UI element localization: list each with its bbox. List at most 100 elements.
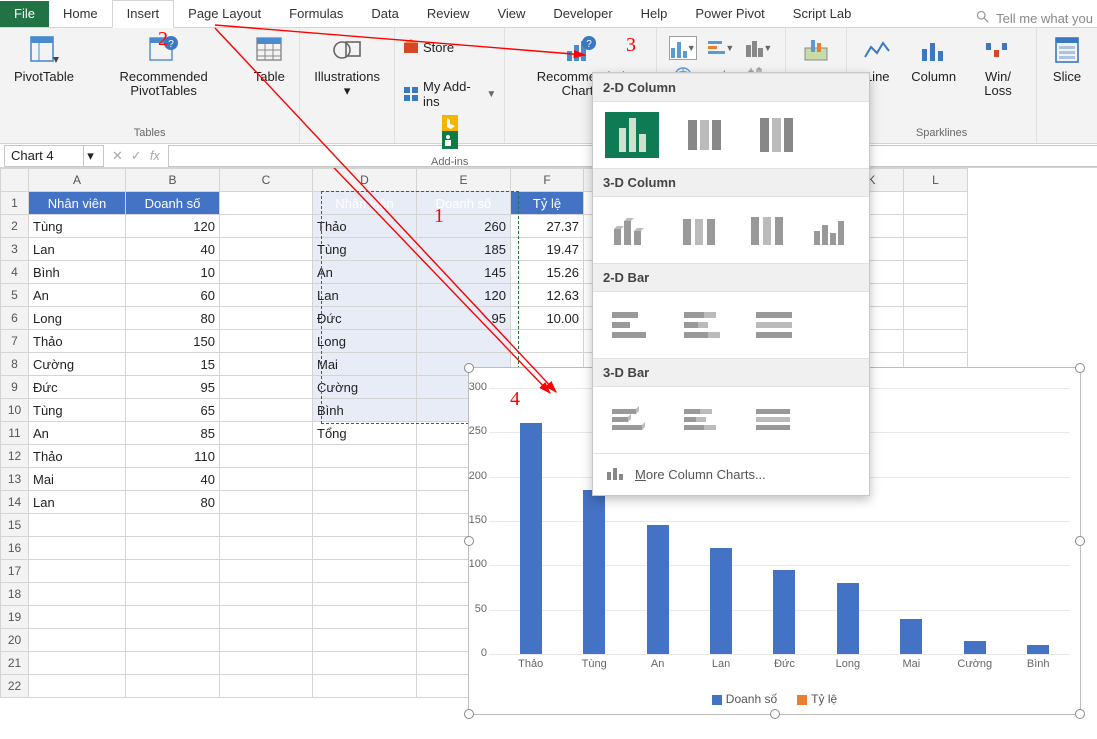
- tab-developer[interactable]: Developer: [539, 1, 626, 27]
- cell[interactable]: Tổng: [313, 422, 417, 445]
- 3d-column-option[interactable]: [808, 207, 858, 253]
- row-11[interactable]: 11: [1, 422, 29, 445]
- chevron-down-icon[interactable]: ▾: [83, 146, 97, 166]
- cell[interactable]: An: [29, 284, 126, 307]
- cell[interactable]: Lan: [313, 284, 417, 307]
- 3d-stacked-bar-option[interactable]: [677, 397, 731, 443]
- row-20[interactable]: 20: [1, 629, 29, 652]
- tab-data[interactable]: Data: [357, 1, 412, 27]
- row-16[interactable]: 16: [1, 537, 29, 560]
- row-3[interactable]: 3: [1, 238, 29, 261]
- cell[interactable]: [220, 629, 313, 652]
- 100pct-stacked-bar-option[interactable]: [749, 302, 803, 348]
- stacked-column-option[interactable]: [677, 112, 731, 158]
- fx-icon[interactable]: fx: [150, 148, 160, 163]
- row-15[interactable]: 15: [1, 514, 29, 537]
- cell[interactable]: Mai: [29, 468, 126, 491]
- resize-handle[interactable]: [770, 709, 780, 719]
- cell[interactable]: [220, 399, 313, 422]
- slicer-button[interactable]: Slice: [1045, 32, 1089, 102]
- cell[interactable]: [313, 629, 417, 652]
- cell[interactable]: 12.63: [511, 284, 584, 307]
- bar[interactable]: [647, 525, 669, 654]
- cell[interactable]: Đức: [29, 376, 126, 399]
- cell[interactable]: [904, 238, 968, 261]
- 100pct-stacked-column-option[interactable]: [749, 112, 803, 158]
- cell[interactable]: [29, 537, 126, 560]
- cell[interactable]: 85: [126, 422, 220, 445]
- col-E[interactable]: E: [417, 169, 511, 192]
- row-22[interactable]: 22: [1, 675, 29, 698]
- cell[interactable]: [220, 675, 313, 698]
- 3d-stacked-option[interactable]: [673, 207, 723, 253]
- resize-handle[interactable]: [1075, 536, 1085, 546]
- row-7[interactable]: 7: [1, 330, 29, 353]
- cell[interactable]: [29, 652, 126, 675]
- cell[interactable]: [313, 652, 417, 675]
- cell[interactable]: Thảo: [29, 445, 126, 468]
- cell[interactable]: 10.00: [511, 307, 584, 330]
- cell[interactable]: [126, 583, 220, 606]
- enter-icon[interactable]: ✓: [131, 148, 142, 164]
- cell[interactable]: [904, 261, 968, 284]
- cell[interactable]: [220, 238, 313, 261]
- tab-help[interactable]: Help: [627, 1, 682, 27]
- cell[interactable]: 19.47: [511, 238, 584, 261]
- cell[interactable]: Cường: [29, 353, 126, 376]
- cell[interactable]: [313, 560, 417, 583]
- col-F[interactable]: F: [511, 169, 584, 192]
- cell[interactable]: [904, 192, 968, 215]
- column-chart-button[interactable]: ▼: [669, 36, 697, 60]
- cell[interactable]: [29, 606, 126, 629]
- resize-handle[interactable]: [464, 536, 474, 546]
- cell[interactable]: 40: [126, 468, 220, 491]
- illustrations-button[interactable]: Illustrations▾: [308, 32, 386, 102]
- cell[interactable]: [29, 583, 126, 606]
- cell[interactable]: [220, 307, 313, 330]
- 3d-clustered-option[interactable]: [605, 207, 655, 253]
- cell[interactable]: [126, 560, 220, 583]
- cell[interactable]: [126, 606, 220, 629]
- cell[interactable]: Tùng: [29, 399, 126, 422]
- cell[interactable]: Doanh số: [126, 192, 220, 215]
- stacked-bar-option[interactable]: [677, 302, 731, 348]
- cell[interactable]: Nhân viên: [313, 192, 417, 215]
- clustered-bar-option[interactable]: [605, 302, 659, 348]
- row-21[interactable]: 21: [1, 652, 29, 675]
- row-18[interactable]: 18: [1, 583, 29, 606]
- cell[interactable]: [313, 675, 417, 698]
- cell[interactable]: [29, 514, 126, 537]
- row-14[interactable]: 14: [1, 491, 29, 514]
- legend-item[interactable]: Tỷ lệ: [797, 692, 837, 706]
- cell[interactable]: [220, 422, 313, 445]
- cell[interactable]: Doanh số: [417, 192, 511, 215]
- cell[interactable]: [220, 491, 313, 514]
- 3d-clustered-bar-option[interactable]: [605, 397, 659, 443]
- bar[interactable]: [773, 570, 795, 654]
- bar[interactable]: [964, 641, 986, 654]
- cell[interactable]: [313, 445, 417, 468]
- cell[interactable]: [313, 514, 417, 537]
- cell[interactable]: 27.37: [511, 215, 584, 238]
- cancel-icon[interactable]: ✕: [112, 148, 123, 164]
- bar-chart-button[interactable]: ▼: [707, 36, 735, 60]
- select-all[interactable]: [1, 169, 29, 192]
- clustered-column-option[interactable]: [605, 112, 659, 158]
- cell[interactable]: [313, 537, 417, 560]
- tab-power-pivot[interactable]: Power Pivot: [681, 1, 778, 27]
- cell[interactable]: Cường: [313, 376, 417, 399]
- cell[interactable]: [126, 514, 220, 537]
- resize-handle[interactable]: [464, 363, 474, 373]
- cell[interactable]: 120: [126, 215, 220, 238]
- bar[interactable]: [520, 423, 542, 654]
- cell[interactable]: [220, 215, 313, 238]
- cell[interactable]: [29, 675, 126, 698]
- col-L[interactable]: L: [904, 169, 968, 192]
- bar[interactable]: [900, 619, 922, 654]
- resize-handle[interactable]: [1075, 709, 1085, 719]
- bar[interactable]: [710, 548, 732, 654]
- row-1[interactable]: 1: [1, 192, 29, 215]
- cell[interactable]: [313, 583, 417, 606]
- cell[interactable]: Đức: [313, 307, 417, 330]
- row-8[interactable]: 8: [1, 353, 29, 376]
